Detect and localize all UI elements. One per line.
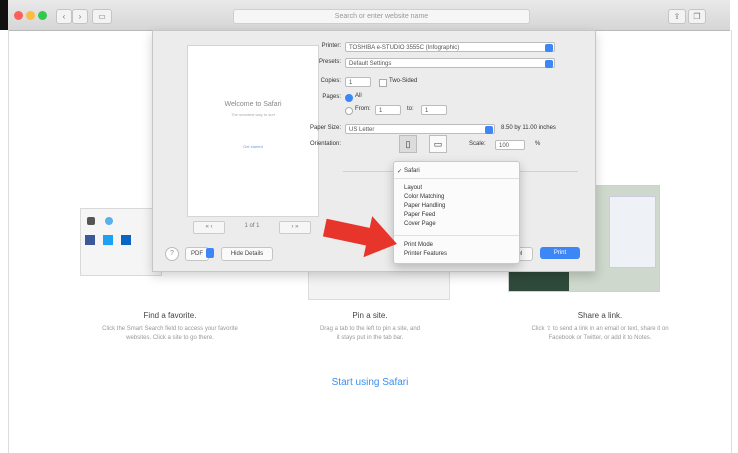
pin-site-desc-1: Drag a tab to the left to pin a site, an… [319,326,421,332]
presets-select[interactable]: Default Settings [345,58,555,68]
scale-unit: % [535,141,541,147]
pages-label: Pages: [322,94,341,100]
find-favorite-desc-2: websites. Click a site to go there. [126,335,214,341]
find-favorite-desc-1: Click the Smart Search field to access y… [102,326,238,332]
menu-item-printer-features[interactable]: Printer Features [404,250,447,258]
start-using-safari-link[interactable]: Start using Safari [300,377,440,388]
share-link-desc-1: Click ⇪ to send a link in an email or te… [531,326,669,332]
menu-item-print-mode[interactable]: Print Mode [404,241,433,249]
icloud-icon [105,217,113,225]
menu-item-paper-feed[interactable]: Paper Feed [404,211,435,219]
close-window-button[interactable] [14,11,23,20]
linkedin-icon [121,235,131,245]
pages-to-label: to: [407,106,414,112]
minimize-window-button[interactable] [26,11,35,20]
help-button[interactable]: ? [165,247,179,261]
apple-icon [87,217,95,225]
pages-from-input[interactable]: 1 [375,105,401,115]
pages-all-label: All [355,93,362,99]
chevron-down-icon [206,248,214,258]
pin-site-title: Pin a site. [352,311,388,320]
red-arrow-icon [322,216,397,258]
share-link-title: Share a link. [577,311,623,320]
chevron-down-icon [545,60,553,68]
menu-item-layout[interactable]: Layout [404,184,422,192]
next-last-page-buttons[interactable]: › » [279,221,311,234]
hide-details-button[interactable]: Hide Details [221,247,273,261]
landscape-orientation-button[interactable]: ▭ [429,135,447,153]
orientation-label: Orientation: [309,141,341,147]
paper-size-value: US Letter [349,127,375,133]
browser-toolbar: ‹ › ▭ Search or enter website name ⇪ ❐ [8,0,730,31]
share-icon[interactable]: ⇪ [668,9,686,24]
presets-label: Presets: [318,59,341,65]
share-sheet-mock [609,196,656,268]
address-bar[interactable]: Search or enter website name [233,9,530,24]
menu-item-cover-page[interactable]: Cover Page [404,220,436,228]
scale-label: Scale: [469,141,486,147]
zoom-window-button[interactable] [38,11,47,20]
menu-item-paper-handling[interactable]: Paper Handling [404,202,445,210]
sidebar-icon[interactable]: ▭ [92,9,112,24]
address-placeholder: Search or enter website name [334,13,429,20]
share-link-desc-2: Facebook or Twitter, or add it to Notes. [548,335,652,341]
favorites-thumbnail [80,208,162,276]
scale-input[interactable]: 100 [495,140,525,150]
screen-edge [0,0,8,30]
paper-size-select[interactable]: US Letter [345,124,495,134]
pages-from-label: From: [355,106,371,112]
pdf-label: PDF [191,251,203,257]
print-preview: Welcome to Safari The smartest way to su… [187,45,319,217]
preview-title: Welcome to Safari [224,101,282,108]
first-prev-page-buttons[interactable]: « ‹ [193,221,225,234]
back-button[interactable]: ‹ [56,9,72,24]
facebook-icon [85,235,95,245]
two-sided-checkbox[interactable] [379,79,387,87]
menu-item-safari[interactable]: Safari [404,167,420,175]
menu-divider [394,178,519,179]
pages-to-input[interactable]: 1 [421,105,447,115]
printer-value: TOSHIBA e-STUDIO 3555C (Infographic) [349,45,460,51]
chevron-down-icon [485,126,493,134]
print-options-menu: ✓ Safari Layout Color Matching Paper Han… [393,161,520,264]
page-indicator: 1 of 1 [244,223,260,229]
checkmark-icon: ✓ [397,169,403,175]
chevron-down-icon [545,44,553,52]
find-favorite-title: Find a favorite. [143,311,197,320]
portrait-orientation-button[interactable]: ▯ [399,135,417,153]
pin-site-desc-2: it stays put in the tab bar. [336,335,404,341]
copies-label: Copies: [320,78,341,84]
printer-label: Printer: [321,43,341,49]
paper-size-label: Paper Size: [309,125,341,131]
preview-subtitle: The smartest way to surf [231,112,275,117]
menu-divider [394,235,519,236]
pages-range-radio[interactable] [345,107,353,115]
paper-dimensions: 8.50 by 11.00 inches [501,125,556,131]
two-sided-label: Two-Sided [389,78,418,84]
presets-value: Default Settings [349,61,392,67]
printer-select[interactable]: TOSHIBA e-STUDIO 3555C (Infographic) [345,42,555,52]
copies-input[interactable]: 1 [345,77,371,87]
forward-button[interactable]: › [72,9,88,24]
menu-item-color-matching[interactable]: Color Matching [404,193,444,201]
twitter-icon [103,235,113,245]
print-button[interactable]: Print [540,247,580,259]
pages-all-radio[interactable] [345,94,353,102]
tabs-icon[interactable]: ❐ [688,9,706,24]
